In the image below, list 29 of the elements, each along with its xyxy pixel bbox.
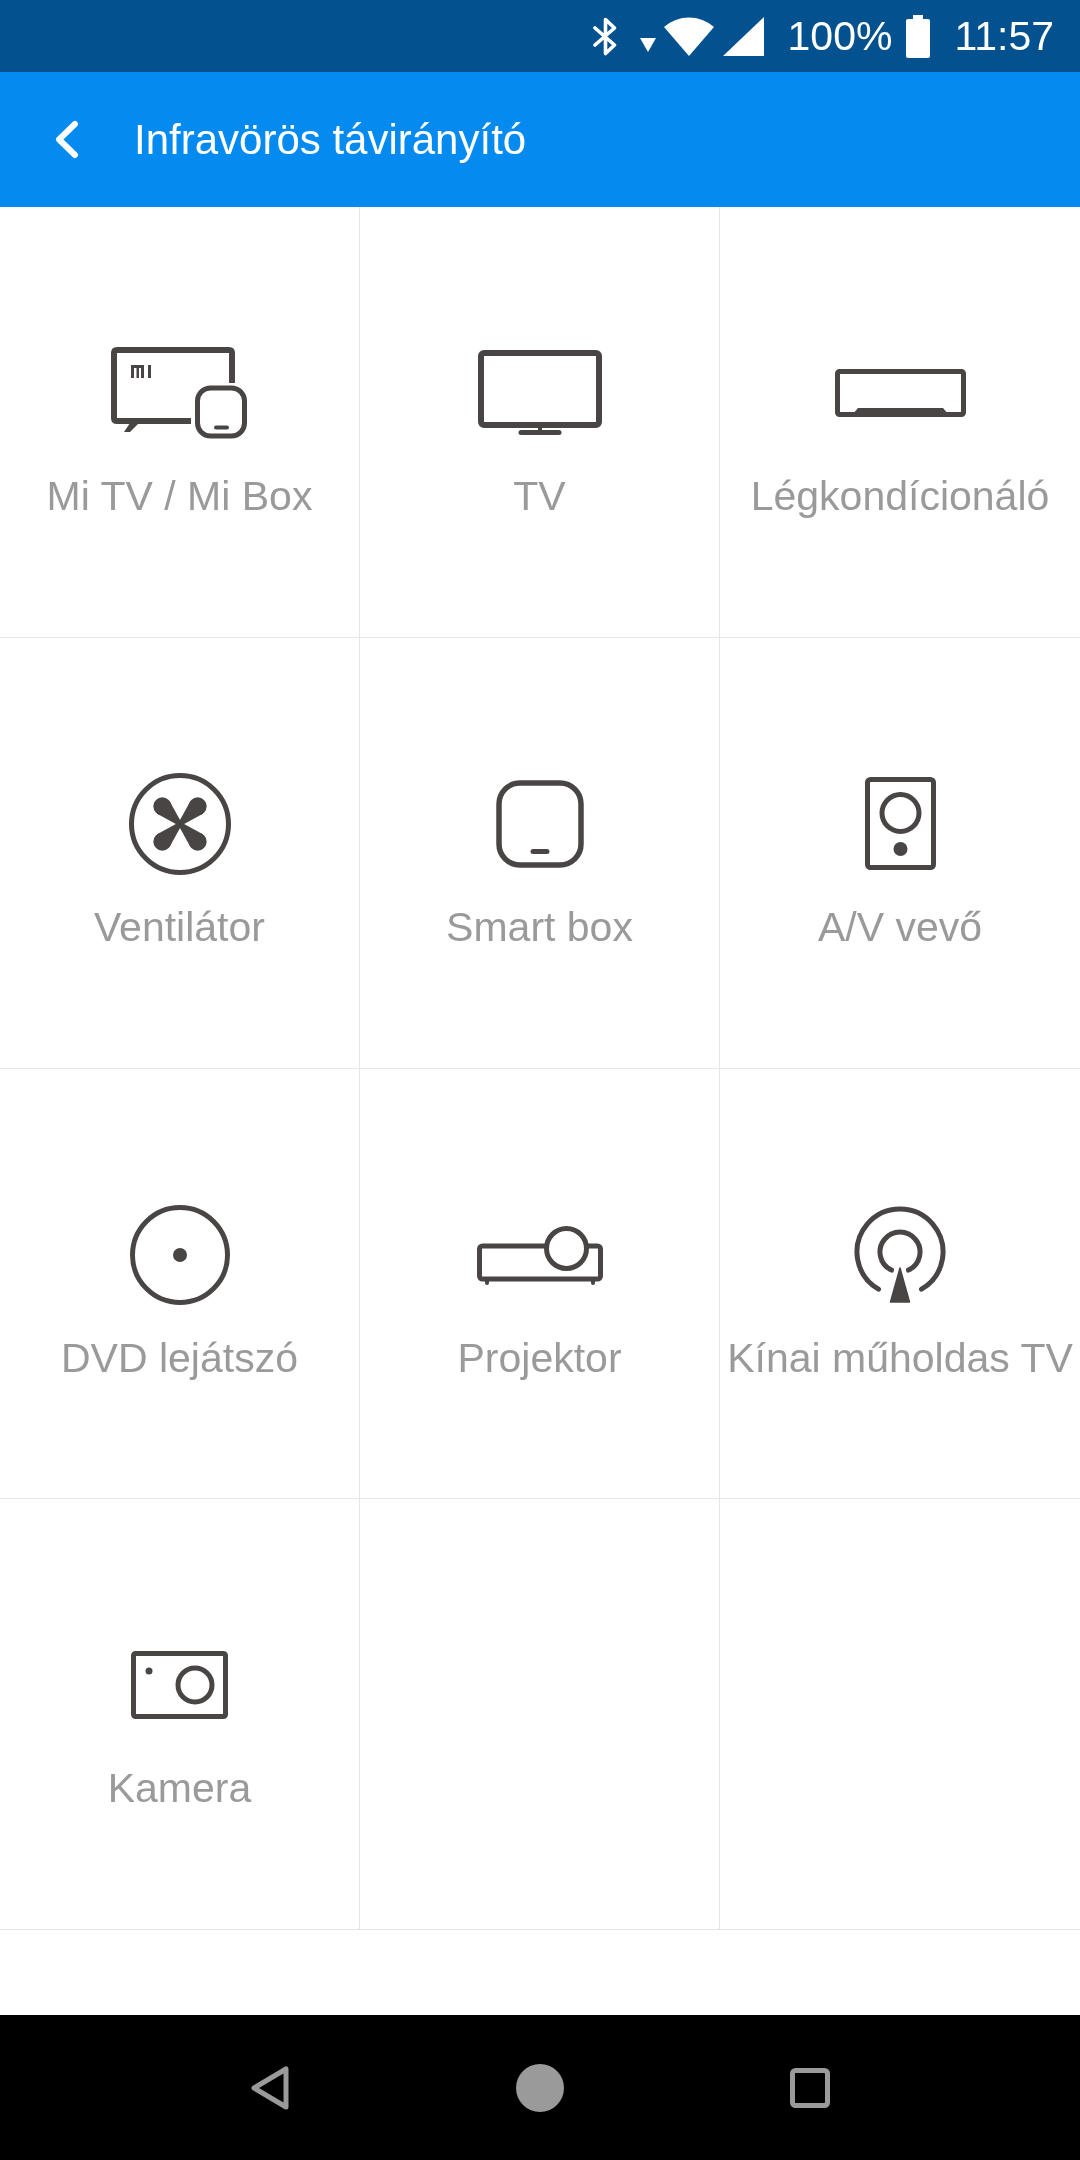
device-button[interactable]: Kamera bbox=[0, 1499, 360, 1930]
tv-with-box-icon bbox=[111, 347, 248, 439]
camera-icon bbox=[131, 1651, 228, 1720]
screen-title: Infravörös távirányító bbox=[134, 115, 527, 164]
home-circle-icon bbox=[516, 2063, 564, 2112]
projector-icon bbox=[476, 1224, 603, 1285]
disc-icon bbox=[129, 1204, 230, 1305]
bluetooth-icon bbox=[591, 16, 619, 56]
device-button[interactable]: Ventilátor bbox=[0, 637, 360, 1069]
wifi-icon bbox=[663, 16, 714, 56]
fan-icon bbox=[128, 772, 231, 875]
device-button[interactable]: Smart box bbox=[360, 637, 720, 1069]
device-button[interactable]: Mi TV / Mi Box bbox=[0, 207, 360, 638]
square-icon bbox=[790, 2067, 830, 2108]
clock: 11:57 bbox=[954, 12, 1054, 60]
broadcast-icon bbox=[854, 1206, 946, 1303]
battery-percent: 100% bbox=[787, 12, 893, 60]
device-button[interactable]: DVD lejátszó bbox=[0, 1068, 360, 1500]
speaker-icon bbox=[864, 777, 936, 871]
chevron-left-icon bbox=[54, 120, 80, 159]
down-arrow-icon bbox=[639, 38, 656, 52]
device-button[interactable]: TV bbox=[360, 207, 720, 638]
device-button[interactable]: Projektor bbox=[360, 1068, 720, 1500]
media-box-icon bbox=[495, 779, 584, 868]
signal-icon bbox=[722, 16, 764, 56]
battery-icon bbox=[906, 14, 931, 58]
triangle-back-icon bbox=[250, 2064, 290, 2111]
tv-icon bbox=[477, 350, 602, 436]
air-conditioner-icon bbox=[834, 369, 966, 417]
